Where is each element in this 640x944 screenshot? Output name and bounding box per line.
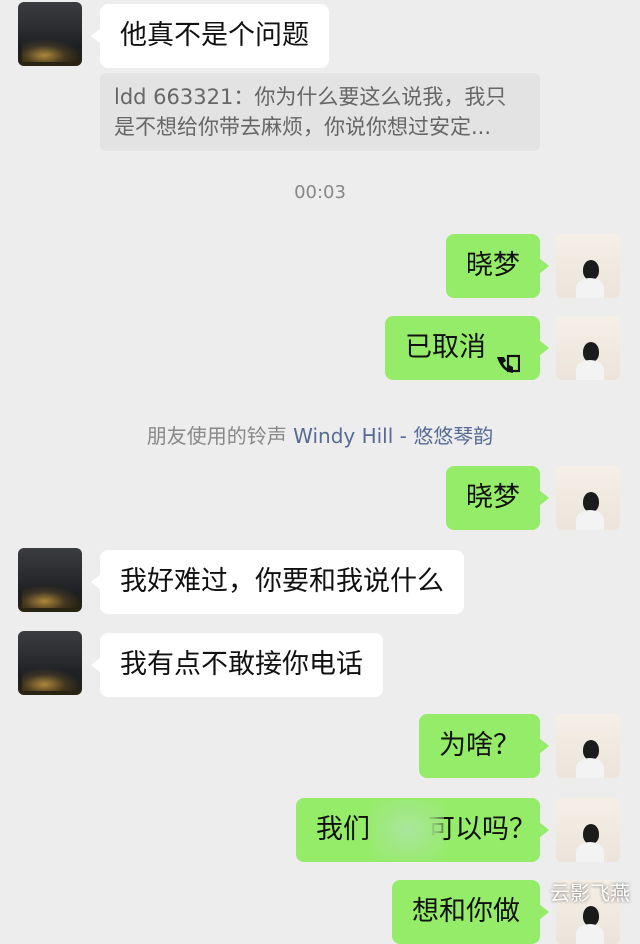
message-text: 晓梦 xyxy=(466,250,520,281)
blurred-text-patch xyxy=(372,800,444,860)
voice-call-icon xyxy=(494,335,521,373)
message-text: 为啥？ xyxy=(439,730,520,761)
message-text: 他真不是个问题 xyxy=(120,20,309,51)
self-avatar[interactable] xyxy=(556,714,620,778)
message-text: 晓梦 xyxy=(466,482,520,513)
timestamp: 00:03 xyxy=(294,182,346,203)
outgoing-message-bubble[interactable]: 为啥？ xyxy=(419,714,549,778)
outgoing-message-bubble[interactable]: 晓梦 xyxy=(446,234,549,298)
ringtone-song-link[interactable]: Windy Hill - 悠悠琴韵 xyxy=(293,424,493,448)
message-text: 想和你做 xyxy=(412,896,520,927)
message-text-end: 可以吗？ xyxy=(428,814,536,845)
self-avatar[interactable] xyxy=(556,466,620,530)
outgoing-message-bubble[interactable]: 想和你做 xyxy=(392,880,549,944)
ringtone-notice: 朋友使用的铃声 Windy Hill - 悠悠琴韵 xyxy=(0,420,640,449)
message-text-start: 我们 xyxy=(316,814,370,845)
message-text: 我好难过，你要和我说什么 xyxy=(120,566,444,597)
quoted-message[interactable]: ldd 663321：你为什么要这么说我，我只 是不想给你带去麻烦，你说你想过安… xyxy=(100,73,540,151)
quote-line-2: 是不想给你带去麻烦，你说你想过安定... xyxy=(114,115,492,139)
cancelled-call-bubble[interactable]: 已取消 xyxy=(385,316,549,380)
self-avatar[interactable] xyxy=(556,316,620,380)
incoming-message-bubble[interactable]: 他真不是个问题 xyxy=(91,4,329,68)
call-status-text: 已取消 xyxy=(405,332,486,363)
outgoing-message-bubble[interactable]: 晓梦 xyxy=(446,466,549,530)
contact-avatar[interactable] xyxy=(18,2,82,66)
incoming-message-bubble[interactable]: 我有点不敢接你电话 xyxy=(91,633,383,697)
message-text: 我有点不敢接你电话 xyxy=(120,649,363,680)
contact-avatar[interactable] xyxy=(18,548,82,612)
contact-avatar[interactable] xyxy=(18,631,82,695)
ringtone-prefix: 朋友使用的铃声 xyxy=(146,424,287,448)
self-avatar[interactable] xyxy=(556,798,620,862)
quote-line-1: ldd 663321：你为什么要这么说我，我只 xyxy=(114,85,507,109)
incoming-message-bubble[interactable]: 我好难过，你要和我说什么 xyxy=(91,550,464,614)
watermark: 云影飞燕 xyxy=(550,881,630,905)
self-avatar[interactable] xyxy=(556,234,620,298)
